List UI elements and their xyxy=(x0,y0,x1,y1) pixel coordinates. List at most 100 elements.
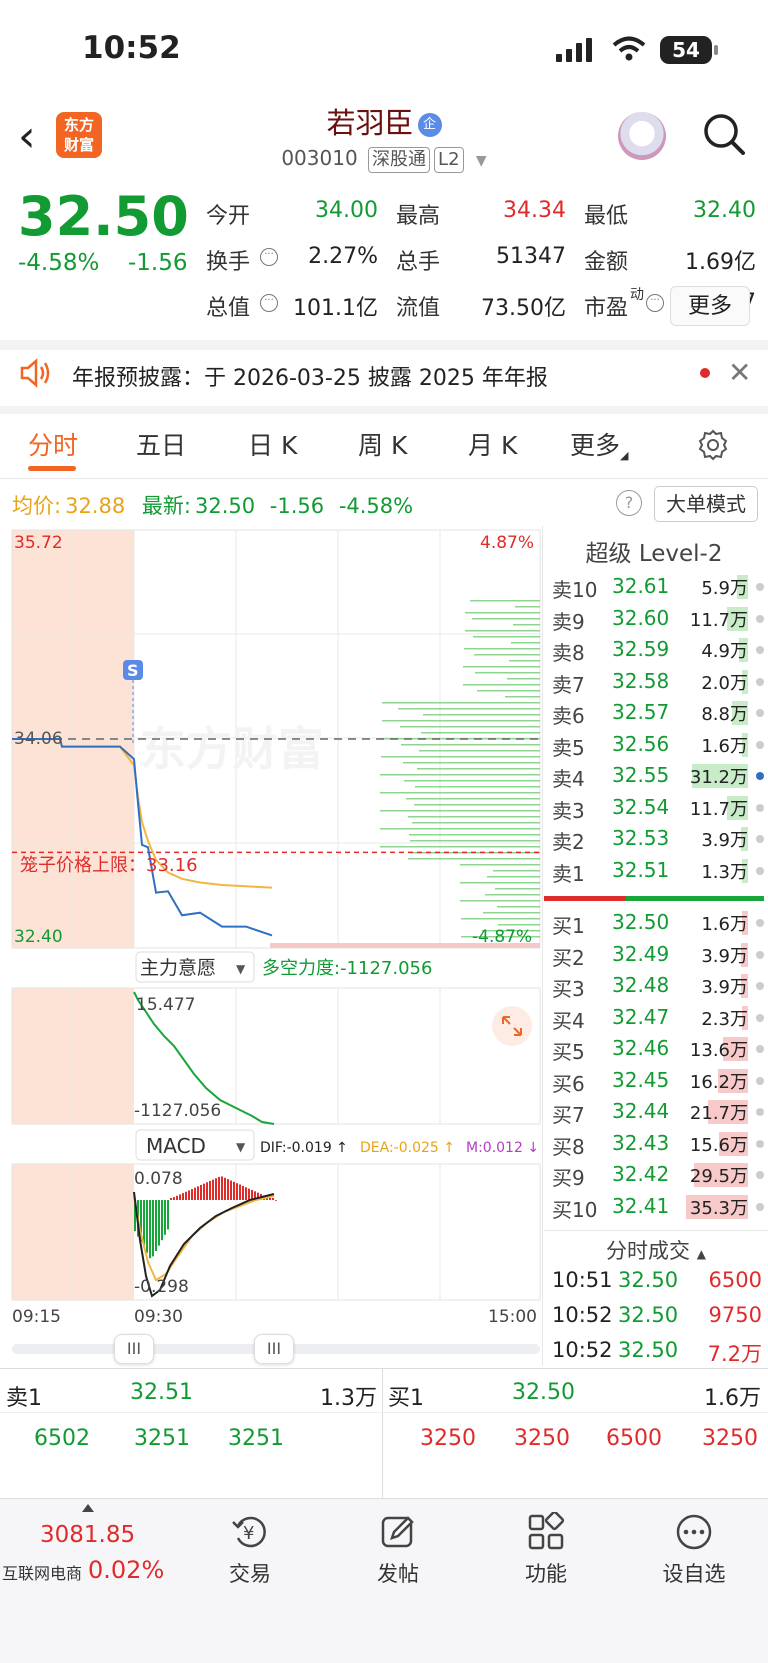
ask-row[interactable]: 卖4 32.55 31.2万 xyxy=(552,759,766,791)
profile-bar xyxy=(464,648,540,650)
assistant-avatar[interactable] xyxy=(618,112,666,160)
profile-bar xyxy=(401,744,540,746)
ask-row[interactable]: 卖9 32.60 11.7万 xyxy=(552,602,766,634)
macd-bar xyxy=(239,1184,241,1200)
tab-month-k[interactable]: 月 K xyxy=(468,426,517,462)
index-value[interactable]: 3081.85 xyxy=(40,1522,135,1548)
current-price: 32.50 xyxy=(18,185,189,248)
profile-bar xyxy=(460,882,540,884)
ask-row[interactable]: 卖6 32.57 8.8万 xyxy=(552,696,766,728)
gear-icon[interactable] xyxy=(696,428,730,462)
level-price: 32.43 xyxy=(612,1130,670,1155)
divider xyxy=(0,1412,768,1413)
ask-row[interactable]: 卖8 32.59 4.9万 xyxy=(552,633,766,665)
profile-bar xyxy=(412,822,540,824)
ask-row[interactable]: 卖3 32.54 11.7万 xyxy=(552,791,766,823)
slider-handle-right[interactable]: III xyxy=(254,1334,294,1364)
profile-bar xyxy=(515,606,540,608)
bid-row[interactable]: 买5 32.46 13.6万 xyxy=(552,1032,766,1064)
level-dot xyxy=(756,1076,764,1085)
bid-row[interactable]: 买8 32.43 15.6万 xyxy=(552,1127,766,1159)
more-dots-icon xyxy=(676,1514,712,1550)
bid-row[interactable]: 买6 32.45 16.2万 xyxy=(552,1064,766,1096)
trade-price: 32.50 xyxy=(618,1268,679,1292)
ask-row[interactable]: 卖5 32.56 1.6万 xyxy=(552,728,766,760)
ask-row[interactable]: 卖7 32.58 2.0万 xyxy=(552,665,766,697)
profile-bar xyxy=(380,828,540,830)
level-dot xyxy=(756,772,764,780)
bid-row[interactable]: 买2 32.49 3.9万 xyxy=(552,938,766,970)
ask-row[interactable]: 卖10 32.61 5.9万 xyxy=(552,570,766,602)
macd-bar xyxy=(167,1200,169,1230)
level-price: 32.46 xyxy=(612,1036,670,1060)
orderbook-title[interactable]: 超级 Level-2 xyxy=(544,534,764,568)
profile-bar xyxy=(472,618,540,620)
search-icon[interactable] xyxy=(702,112,746,156)
tab-five-day[interactable]: 五日 xyxy=(136,426,186,462)
yen-refresh-icon: ¥ xyxy=(232,1516,266,1548)
battery-icon: 54 xyxy=(660,36,718,64)
index-pct[interactable]: 0.02% xyxy=(88,1556,164,1584)
intraday-chart[interactable]: 东方财富 S 35.72 32.40 4.87% -4.87% 34.06 笼子… xyxy=(0,526,544,1326)
level-volume: 3.9万 xyxy=(701,830,748,851)
profile-bar xyxy=(380,846,540,848)
info-dots-icon[interactable]: ··· xyxy=(260,294,278,312)
nav-functions[interactable]: 功能 xyxy=(486,1512,606,1588)
big-order-mode-button[interactable]: 大单模式 xyxy=(654,486,758,522)
level-label: 买3 xyxy=(552,977,585,1001)
trade-volume: 6500 xyxy=(708,1268,762,1292)
profile-bar xyxy=(473,636,540,638)
profile-bar xyxy=(423,714,540,716)
bid-row[interactable]: 买7 32.44 21.7万 xyxy=(552,1095,766,1127)
ask-row[interactable]: 卖2 32.53 3.9万 xyxy=(552,822,766,854)
macd-bar xyxy=(215,1178,217,1200)
ask-row[interactable]: 卖1 32.51 1.3万 xyxy=(552,854,766,886)
level-volume: 4.9万 xyxy=(701,641,748,662)
tab-intraday[interactable]: 分时 xyxy=(28,426,78,462)
macd-bar xyxy=(272,1198,274,1200)
level-volume: 31.2万 xyxy=(689,767,748,788)
macd-bar xyxy=(209,1180,211,1200)
level-label: 卖3 xyxy=(552,798,585,823)
help-icon[interactable]: ? xyxy=(616,490,642,516)
tab-week-k[interactable]: 周 K xyxy=(358,426,407,462)
indicator1-reading: 多空力度:-1127.056 xyxy=(262,958,432,979)
profile-bar xyxy=(477,690,540,692)
profile-bar xyxy=(381,756,540,758)
bid-row[interactable]: 买10 32.41 35.3万 xyxy=(552,1190,766,1222)
profile-bar xyxy=(509,660,540,662)
close-icon[interactable]: ✕ xyxy=(728,356,751,389)
trades-header[interactable]: 分时成交 ▲ xyxy=(544,1235,768,1265)
level-dot xyxy=(756,740,764,749)
more-button[interactable]: 更多 xyxy=(670,286,750,326)
nav-post[interactable]: 发帖 xyxy=(338,1512,458,1588)
volume-profile xyxy=(380,600,540,938)
info-dots-icon[interactable]: ··· xyxy=(260,248,278,266)
level-dot xyxy=(756,950,764,959)
ind1-top-label: 15.477 xyxy=(136,995,195,1015)
bid-row[interactable]: 买9 32.42 29.5万 xyxy=(552,1158,766,1190)
level-volume: 3.9万 xyxy=(701,945,748,967)
bid-row[interactable]: 买1 32.50 1.6万 xyxy=(552,906,766,938)
slider-handle-left[interactable]: III xyxy=(114,1334,154,1364)
nav-trade[interactable]: ¥ 交易 xyxy=(190,1512,310,1588)
macd-bar xyxy=(269,1198,271,1200)
caret-up-icon[interactable] xyxy=(82,1504,94,1512)
info-dots-icon[interactable]: ··· xyxy=(646,294,664,312)
quote-value: 2.27% xyxy=(308,244,378,269)
indicator2-select: MACD xyxy=(146,1134,206,1158)
y-max-label: 35.72 xyxy=(14,533,63,553)
pct-max-label: 4.87% xyxy=(480,533,534,553)
bid-row[interactable]: 买3 32.48 3.9万 xyxy=(552,969,766,1001)
notice-text[interactable]: 年报预披露：于 2026-03-25 披露 2025 年年报 xyxy=(72,360,548,392)
macd-bar xyxy=(218,1176,220,1200)
exchange-tag: 深股通 xyxy=(368,147,431,173)
macd-bar xyxy=(179,1194,181,1200)
tab-more[interactable]: 更多◢ xyxy=(570,426,628,462)
index-name[interactable]: 互联网电商 xyxy=(2,1560,82,1584)
bid-row[interactable]: 买4 32.47 2.3万 xyxy=(552,1001,766,1033)
profile-bar xyxy=(380,810,540,812)
divider xyxy=(544,1230,768,1231)
tab-day-k[interactable]: 日 K xyxy=(248,426,297,462)
nav-watchlist[interactable]: 设自选 xyxy=(634,1512,754,1588)
